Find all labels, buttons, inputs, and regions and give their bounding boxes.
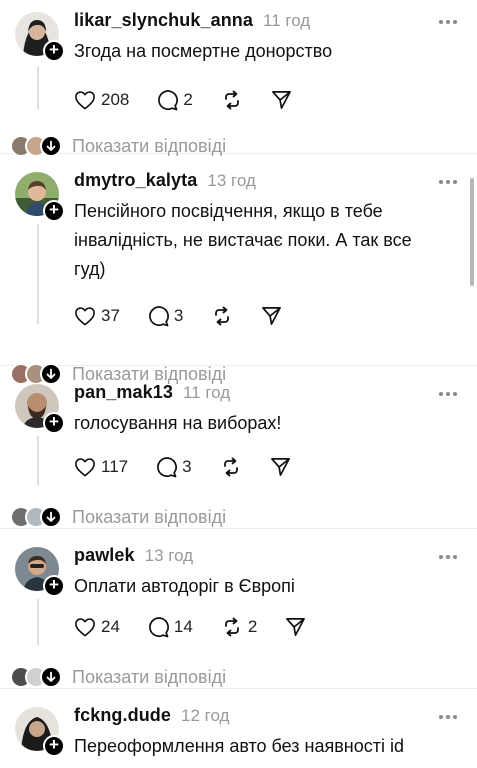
reply-avatars [10,506,66,528]
like-count: 208 [101,90,130,109]
more-dots-icon [439,180,443,184]
repost-icon [224,90,239,110]
action-bar: 117 3 [74,447,457,487]
like-button[interactable]: 117 [74,457,128,477]
comment-button[interactable]: 3 [148,305,184,327]
post-text: Оплати автодоріг в Європі [74,576,295,596]
username[interactable]: dmytro_kalyta [74,170,197,191]
send-icon [262,307,282,325]
comment-count: 3 [173,306,184,325]
post: + fckng.dude 12 год Переоформлення авто … [0,689,477,768]
heart-icon [75,91,95,110]
timestamp: 13 год [207,171,256,190]
more-dots-icon [439,392,443,396]
repost-button[interactable] [221,89,243,111]
action-bar: 208 2 [74,80,457,120]
more-options-button[interactable] [433,384,463,404]
share-button[interactable] [271,90,292,110]
more-options-button[interactable] [433,172,463,192]
share-button[interactable] [270,457,291,477]
show-replies-link[interactable]: Показати відповіді [72,667,226,688]
comment-count: 2 [183,90,193,109]
share-button[interactable] [285,617,306,637]
comment-button[interactable]: 3 [156,456,192,478]
post-text: Пенсійного посвідчення, якщо в тебе інва… [74,201,412,279]
comment-button[interactable]: 2 [157,89,193,111]
send-icon [270,458,290,476]
post-text: Переоформлення авто без наявності id [74,736,405,756]
post: + likar_slynchuk_anna 11 год Згода на по… [0,0,477,157]
more-dots-icon [439,20,443,24]
username[interactable]: pawlek [74,545,135,566]
like-button[interactable]: 208 [74,90,129,110]
comment-bubble-icon [158,89,179,110]
more-options-button[interactable] [433,707,463,727]
comment-bubble-icon [157,456,177,477]
timestamp: 11 год [182,383,231,402]
comment-bubble-icon [149,305,169,326]
replies-feed: + likar_slynchuk_anna 11 год Згода на по… [0,0,477,768]
send-icon [286,618,306,636]
repost-button[interactable]: 2 [221,616,257,638]
action-bar: 24 14 2 [74,607,457,647]
post-header: dmytro_kalyta 13 год [74,170,457,196]
repost-icon [224,617,239,637]
reply-avatars [10,666,66,688]
send-icon [271,91,291,109]
username[interactable]: pan_mak13 [74,382,173,403]
post: + dmytro_kalyta 13 год Пенсійного посвід… [0,154,477,385]
timestamp: 13 год [144,546,194,565]
more-options-button[interactable] [433,547,463,567]
arrow-down-icon [40,666,62,688]
post-header: pawlek 13 год [74,545,457,571]
action-bar: 37 3 [74,296,457,336]
more-dots-icon [439,555,443,559]
post: + pan_mak13 11 год голосування на вибора… [0,366,477,529]
like-count: 117 [101,457,129,476]
like-button[interactable]: 37 [74,306,120,326]
arrow-down-icon [40,506,62,528]
comment-count: 3 [182,457,192,476]
repost-count: 2 [247,617,258,636]
username[interactable]: fckng.dude [74,705,171,726]
share-button[interactable] [261,306,282,326]
timestamp: 11 год [263,11,311,30]
heart-icon [75,458,95,477]
more-options-button[interactable] [433,12,463,32]
post: + pawlek 13 год Оплати автодоріг в Європ… [0,529,477,689]
post-text: голосування на виборах! [74,413,282,433]
more-dots-icon [439,715,443,719]
username[interactable]: likar_slynchuk_anna [74,10,253,31]
post-header: fckng.dude 12 год [74,705,457,731]
like-count: 24 [101,617,120,636]
timestamp: 12 год [181,706,230,725]
comment-count: 14 [173,617,193,636]
show-replies-link[interactable]: Показати відповіді [72,507,226,528]
repost-icon [223,457,238,477]
heart-icon [75,307,95,326]
comment-button[interactable]: 14 [148,616,193,638]
repost-icon [215,306,230,326]
like-button[interactable]: 24 [74,617,120,637]
comment-bubble-icon [149,616,169,637]
post-text: Згода на посмертне донорство [74,41,333,61]
repost-button[interactable] [220,456,242,478]
like-count: 37 [101,306,120,325]
post-header: likar_slynchuk_anna 11 год [74,10,457,36]
post-header: pan_mak13 11 год [74,382,457,408]
repost-button[interactable] [211,305,233,327]
heart-icon [75,618,95,637]
